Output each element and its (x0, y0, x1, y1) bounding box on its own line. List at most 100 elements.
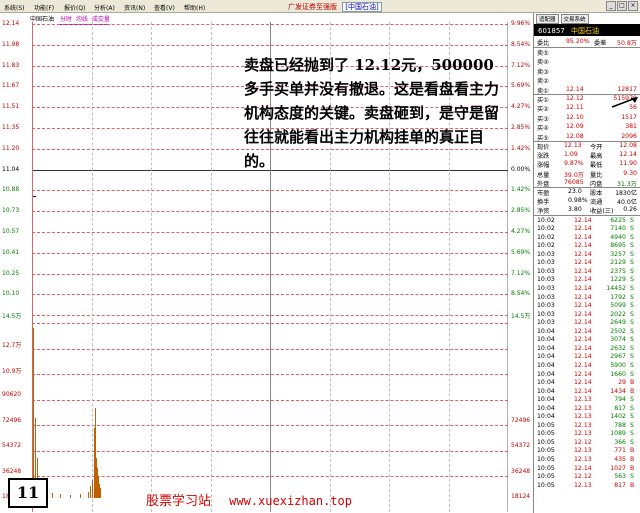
stock-code: 601857 (538, 27, 565, 35)
tick-time: 10:03 (537, 310, 555, 318)
tick-volume: 5099 (610, 302, 626, 310)
volume-tick-label: 90620 (2, 391, 22, 398)
tick-price: 12.14 (574, 353, 592, 361)
tick-row: 10:05 12.13 435 B (534, 456, 640, 465)
percent-tick-label: 1.42% (511, 144, 531, 152)
tab-trade-system[interactable]: 交易系统 (560, 14, 589, 24)
buy-row: 买④ 12.09 381 (534, 123, 640, 132)
price-tick-label: 11.67 (2, 82, 20, 90)
tick-time: 10:05 (537, 464, 555, 472)
price-tick-label: 11.35 (2, 124, 20, 131)
tick-price: 12.13 (574, 456, 592, 463)
menu-view[interactable]: 查看(V) (154, 3, 175, 12)
percent-tick-label: 14.5万 (511, 313, 531, 321)
price-tick-label: 10.41 (2, 248, 20, 256)
stat-label: 现价 (537, 144, 550, 151)
percent-tick-label: 1.42% (511, 186, 531, 194)
stat-value: 12.13 (564, 142, 582, 149)
diff-value: 50.8万 (617, 40, 637, 47)
tick-time: 10:05 (537, 430, 555, 438)
tick-side: S (630, 225, 634, 233)
tick-volume: 435 (614, 456, 626, 463)
sell-label: 卖③ (537, 68, 549, 76)
tick-volume: 2649 (610, 319, 626, 327)
percent-tick-label: 7.12% (511, 269, 531, 277)
tick-side: S (630, 250, 634, 258)
tab-adapter[interactable]: 适配器 (536, 14, 559, 24)
percent-tick-label: 7.12% (511, 61, 531, 69)
tick-side: B (630, 447, 635, 455)
tick-row: 10:04 12.14 2967 S (534, 353, 640, 362)
volume-bar (70, 495, 71, 498)
buy-price: 12.12 (566, 95, 584, 102)
minimize-icon[interactable]: _ (606, 1, 616, 11)
price-tick-label: 10.25 (2, 269, 20, 277)
intraday-chart[interactable]: 中国石油 分时 均线 成交量 12.14 11.98 11.83 11.67 11.51… (0, 13, 533, 513)
stat-value: 1.09 (564, 151, 578, 159)
menu-news[interactable]: 资讯(N) (124, 3, 145, 12)
tick-price: 12.14 (574, 361, 592, 369)
tick-side: B (630, 379, 635, 387)
stat-label: 量比 (590, 171, 603, 179)
menu-quote[interactable]: 报价(Q) (64, 3, 85, 12)
stat-label: 流通 (590, 199, 603, 207)
tick-volume: 29 (618, 379, 626, 387)
watermark-url: www.xuexizhan.top (229, 494, 352, 508)
price-tick-label: 10.73 (2, 207, 20, 215)
stat-value: 9.30 (623, 169, 637, 177)
tick-price: 12.14 (574, 233, 592, 241)
committee-ratio-row: 委比 95.20% 委差 50.8万 (534, 38, 640, 47)
tick-volume: 2022 (610, 310, 626, 318)
tick-volume: 1027 (610, 464, 626, 472)
maximize-icon[interactable]: □ (617, 1, 627, 11)
buy-price: 12.09 (566, 123, 584, 131)
tick-side: S (630, 473, 634, 481)
tick-time: 10:05 (537, 473, 555, 481)
tick-time: 10:03 (537, 293, 555, 301)
sell-price: 12.14 (566, 85, 584, 93)
tick-price: 12.12 (574, 473, 592, 481)
buy-label: 买① (537, 97, 549, 104)
volume-tick-label: 72496 (2, 416, 22, 424)
tick-row: 10:05 12.13 771 B (534, 447, 640, 456)
percent-tick-label: 5.69% (511, 248, 531, 256)
stat-value: 11.90 (619, 160, 637, 168)
sell-row: 卖③ (534, 67, 640, 76)
tick-time: 10:05 (537, 481, 555, 489)
volume-bar (60, 494, 61, 498)
tick-time: 10:04 (537, 396, 555, 404)
tick-volume: 2375 (610, 267, 626, 275)
menu-analysis[interactable]: 分析(A) (94, 3, 115, 12)
tick-row: 10:04 12.14 29 B (534, 379, 640, 388)
tick-time: 10:03 (537, 302, 555, 310)
tick-volume: 2632 (610, 344, 626, 352)
tick-price: 12.13 (574, 421, 592, 429)
ratio-label: 委比 (537, 40, 550, 47)
tick-side: S (630, 438, 634, 446)
sell-volume: 12817 (617, 85, 637, 93)
tick-price: 12.13 (574, 447, 592, 455)
buy-volume: 1517 (621, 113, 637, 121)
tick-side: S (630, 285, 634, 292)
stat-value: 3.80 (568, 206, 582, 214)
buy-price: 12.11 (566, 104, 584, 112)
tick-price: 12.14 (574, 336, 592, 344)
close-icon[interactable]: × (628, 1, 638, 11)
stock-header: 601857 中国石油 (534, 24, 640, 36)
menu-function[interactable]: 功能(F) (34, 3, 54, 12)
menu-system[interactable]: 系统(S) (4, 3, 25, 12)
tick-price: 12.14 (574, 319, 592, 327)
tick-time: 10:04 (537, 353, 555, 361)
tick-volume: 3074 (610, 336, 626, 344)
window-controls: _ □ × (606, 1, 638, 11)
menu-help[interactable]: 帮助(H) (184, 3, 205, 12)
percent-tick-label: 4.27% (511, 228, 531, 235)
price-tick-label: 11.51 (2, 103, 20, 111)
buy-price: 12.10 (566, 113, 584, 121)
tick-time: 10:05 (537, 438, 555, 446)
stat-value: 40.0亿 (617, 199, 637, 207)
tick-time: 10:03 (537, 259, 555, 267)
percent-tick-label: 0.00% (511, 165, 531, 173)
stat-label: 换手 (537, 199, 550, 207)
tick-side: S (630, 276, 634, 284)
